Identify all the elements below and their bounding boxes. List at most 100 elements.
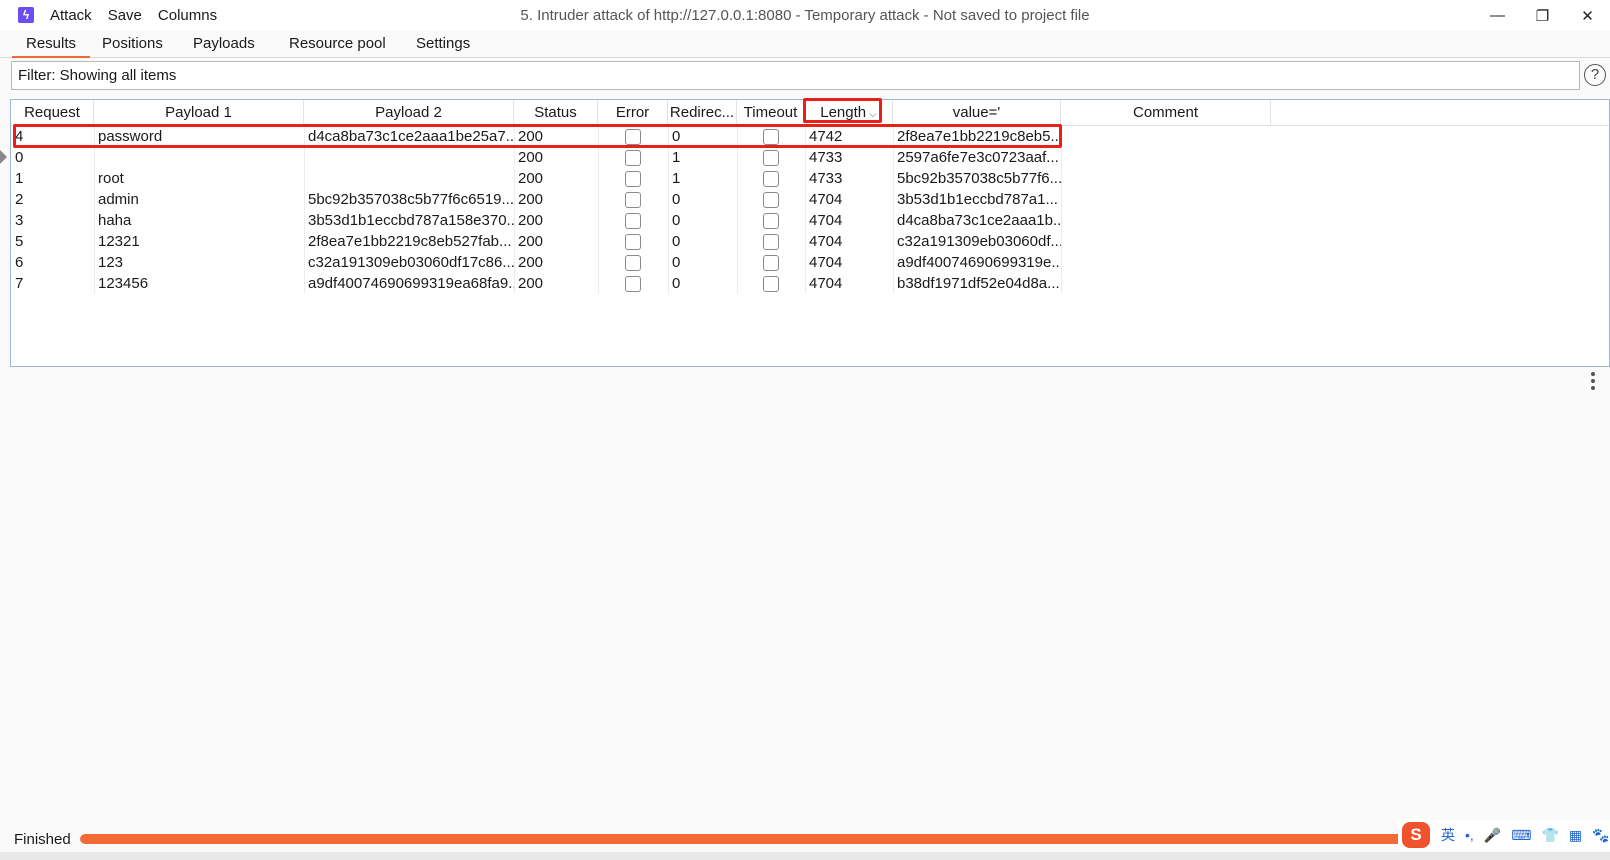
cell-payload2 [304, 147, 514, 168]
timeout-checkbox[interactable] [763, 276, 779, 292]
cell-length: 4742 [809, 128, 843, 145]
table-row[interactable]: 4 password d4ca8ba73c1ce2aaa1be25a7... 200 0… [11, 126, 1061, 147]
burp-lightning-icon: ϟ [18, 7, 34, 23]
cell-request: 0 [15, 149, 24, 166]
status-label: Finished [14, 831, 71, 848]
menu-bar: Attack Save Columns [50, 0, 233, 31]
keyboard-icon[interactable]: ⌨ [1511, 827, 1531, 844]
cell-length: 4733 [809, 170, 843, 187]
column-status[interactable]: Status [514, 100, 598, 126]
cell-length: 4704 [809, 212, 843, 229]
error-checkbox[interactable] [625, 192, 641, 208]
minimize-icon[interactable]: — [1475, 0, 1520, 31]
ime-toolbar: S 英 •, 🎤 ⌨ 👕 ▦ 🐾 [1398, 820, 1610, 850]
column-length-label: Length [820, 104, 867, 121]
table-row[interactable]: 5 12321 2f8ea7e1bb2219c8eb527fab... 200 0 470… [11, 231, 1061, 252]
cell-payload1: 123 [98, 254, 124, 271]
error-checkbox[interactable] [625, 255, 641, 271]
ime-punctuation-icon[interactable]: •, [1465, 827, 1474, 843]
cell-length: 4704 [809, 275, 843, 292]
cell-length: 4733 [809, 149, 843, 166]
cell-redirects: 0 [672, 212, 681, 229]
cell-length: 4704 [809, 254, 843, 271]
timeout-checkbox[interactable] [763, 171, 779, 187]
timeout-checkbox[interactable] [763, 192, 779, 208]
tab-settings[interactable]: Settings [402, 31, 484, 58]
error-checkbox[interactable] [625, 276, 641, 292]
table-row[interactable]: 0 200 1 4733 2597a6fe7e3c0723aaf... [11, 147, 1059, 168]
tab-resource-pool[interactable]: Resource pool [275, 31, 400, 58]
help-icon[interactable]: ? [1584, 64, 1606, 86]
column-length[interactable]: Length ⌵ [805, 100, 893, 126]
timeout-checkbox[interactable] [763, 150, 779, 166]
column-value[interactable]: value=' [893, 100, 1061, 126]
tab-results[interactable]: Results [12, 31, 91, 58]
cell-value: b38df1971df52e04d8a... [897, 275, 1060, 292]
grid-icon[interactable]: ▦ [1569, 827, 1582, 844]
cell-comment [1061, 273, 1271, 294]
tab-positions[interactable]: Positions [88, 31, 177, 58]
timeout-checkbox[interactable] [763, 213, 779, 229]
column-payload-2[interactable]: Payload 2 [304, 100, 514, 126]
restore-icon[interactable]: ❐ [1520, 0, 1565, 31]
column-comment[interactable]: Comment [1061, 100, 1271, 126]
menu-save[interactable]: Save [108, 7, 142, 24]
cell-payload1: haha [98, 212, 132, 229]
ime-language-icon[interactable]: 英 [1441, 825, 1455, 845]
error-checkbox[interactable] [625, 129, 641, 145]
cell-redirects: 1 [672, 170, 681, 187]
cell-redirects: 0 [672, 254, 681, 271]
column-payload-1[interactable]: Payload 1 [94, 100, 304, 126]
error-checkbox[interactable] [625, 213, 641, 229]
cell-payload1 [94, 147, 304, 168]
more-options-icon[interactable] [1590, 372, 1596, 390]
error-checkbox[interactable] [625, 150, 641, 166]
menu-columns[interactable]: Columns [158, 7, 217, 24]
table-row[interactable]: 3 haha 3b53d1b1eccbd787a158e370... 200 0 4704… [11, 210, 1061, 231]
cell-redirects: 0 [672, 128, 681, 145]
table-row[interactable]: 1 root 200 1 4733 5bc92b357038c5b77f6... [11, 168, 1061, 189]
skin-icon[interactable]: 👕 [1541, 827, 1558, 844]
results-table: Request Payload 1 Payload 2 Status Error… [10, 99, 1610, 367]
cell-status: 200 [518, 212, 544, 229]
cell-redirects: 1 [672, 149, 681, 166]
cell-redirects: 0 [672, 233, 681, 250]
tab-payloads[interactable]: Payloads [179, 31, 269, 58]
column-request[interactable]: Request [11, 100, 94, 126]
cell-comment [1061, 147, 1271, 168]
table-row[interactable]: 7 123456 a9df40074690699319ea68fa9... 200 0 4… [11, 273, 1060, 294]
table-row[interactable]: 6 123 c32a191309eb03060df17c86... 200 0 4704 a… [11, 252, 1061, 273]
cell-payload2: c32a191309eb03060df17c86... [308, 254, 514, 271]
menu-attack[interactable]: Attack [50, 7, 92, 24]
cell-payload2: 2f8ea7e1bb2219c8eb527fab... [308, 233, 512, 250]
collapse-arrow-icon[interactable] [0, 150, 7, 164]
error-checkbox[interactable] [625, 234, 641, 250]
column-error[interactable]: Error [598, 100, 668, 126]
cell-status: 200 [518, 254, 544, 271]
timeout-checkbox[interactable] [763, 255, 779, 271]
error-checkbox[interactable] [625, 171, 641, 187]
table-row[interactable]: 2 admin 5bc92b357038c5b77f6c6519... 200 0 470… [11, 189, 1058, 210]
cell-request: 7 [15, 275, 24, 292]
cell-comment [1061, 168, 1271, 189]
column-timeout[interactable]: Timeout [737, 100, 805, 126]
tab-bar: Results Positions Payloads Resource pool… [0, 31, 1610, 58]
microphone-icon[interactable]: 🎤 [1484, 827, 1501, 844]
taskbar-strip [0, 852, 1610, 860]
window-controls: — ❐ ✕ [1475, 0, 1610, 31]
cell-length: 4704 [809, 191, 843, 208]
cell-value: 5bc92b357038c5b77f6... [897, 170, 1061, 187]
column-redirects[interactable]: Redirec... [668, 100, 737, 126]
cell-value: c32a191309eb03060df... [897, 233, 1061, 250]
timeout-checkbox[interactable] [763, 129, 779, 145]
sort-descending-icon: ⌵ [869, 109, 877, 120]
cell-payload1: root [98, 170, 124, 187]
filter-bar[interactable]: Filter: Showing all items [11, 61, 1580, 90]
cell-comment [1061, 126, 1271, 147]
pet-icon[interactable]: 🐾 [1592, 827, 1609, 844]
ime-logo-icon[interactable]: S [1402, 822, 1430, 848]
cell-request: 2 [15, 191, 24, 208]
close-icon[interactable]: ✕ [1565, 0, 1610, 31]
timeout-checkbox[interactable] [763, 234, 779, 250]
cell-payload2: d4ca8ba73c1ce2aaa1be25a7... [308, 128, 514, 145]
